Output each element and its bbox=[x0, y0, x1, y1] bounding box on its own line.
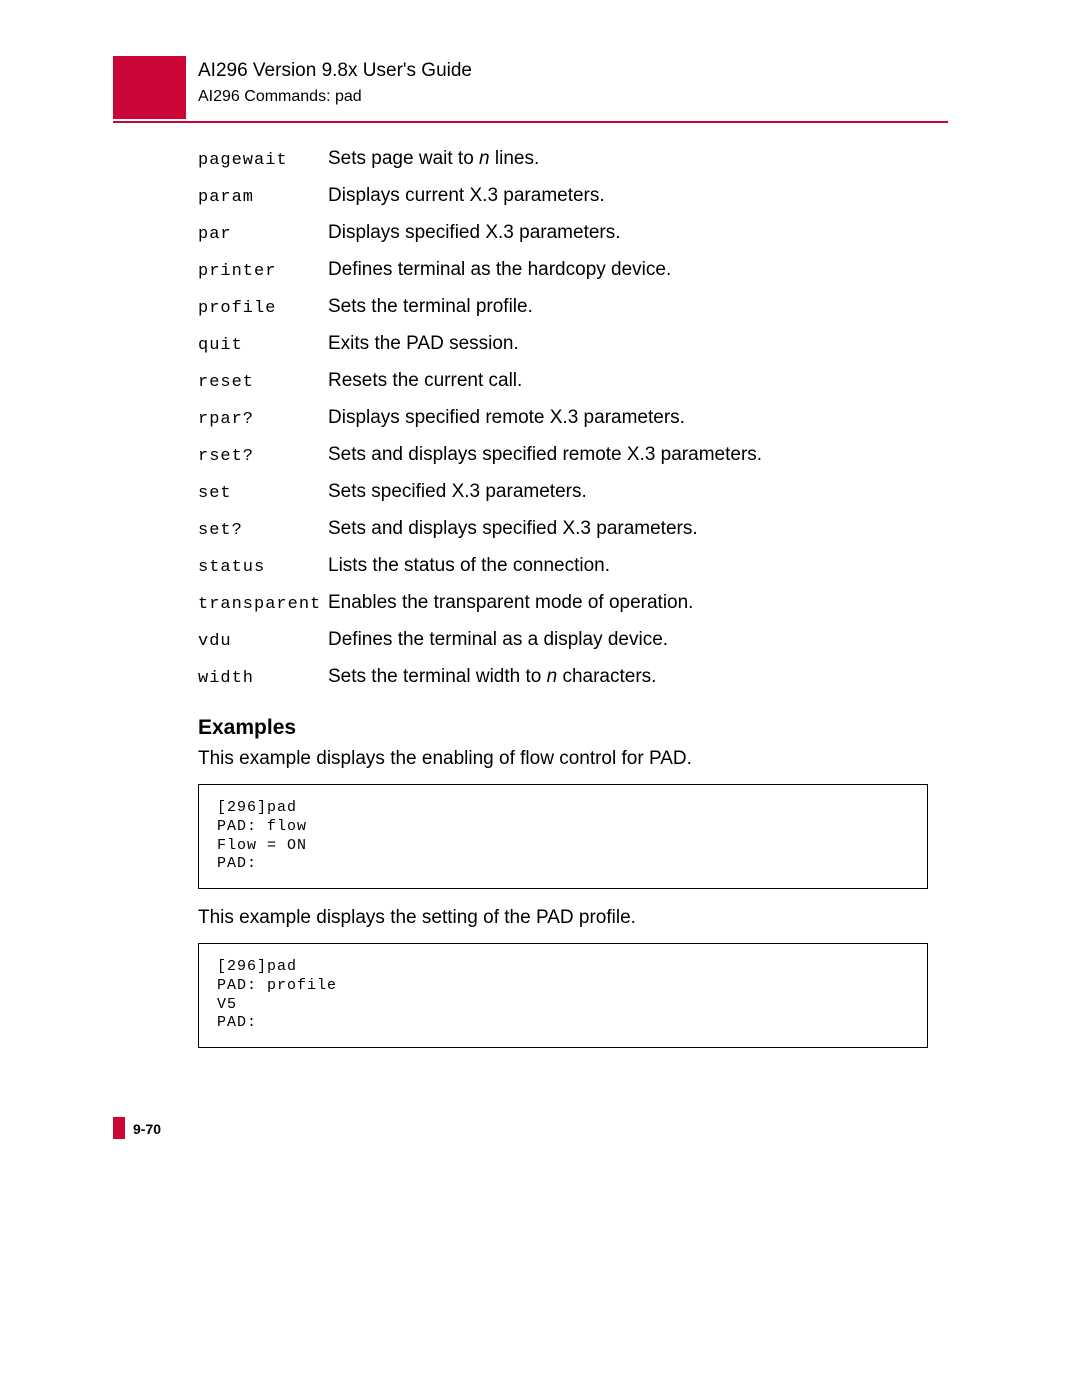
command-desc-pre: Sets specified X.3 parameters. bbox=[328, 481, 587, 502]
command-row: printerDefines terminal as the hardcopy … bbox=[198, 259, 948, 281]
header-block: AI296 Version 9.8x User's Guide AI296 Co… bbox=[198, 60, 472, 106]
command-desc-pre: Displays current X.3 parameters. bbox=[328, 185, 605, 206]
command-name: pagewait bbox=[198, 151, 328, 170]
command-description: Sets and displays specified remote X.3 p… bbox=[328, 444, 762, 466]
command-desc-pre: Lists the status of the connection. bbox=[328, 555, 610, 576]
command-description: Lists the status of the connection. bbox=[328, 555, 610, 577]
command-row: rpar?Displays specified remote X.3 param… bbox=[198, 407, 948, 429]
example1-code-box: [296]pad PAD: flow Flow = ON PAD: bbox=[198, 784, 928, 889]
command-desc-pre: Defines the terminal as a display device… bbox=[328, 629, 668, 650]
brand-square bbox=[113, 56, 186, 119]
command-description: Sets specified X.3 parameters. bbox=[328, 481, 587, 503]
command-name: vdu bbox=[198, 632, 328, 651]
footer-mark bbox=[113, 1117, 125, 1139]
command-description: Defines the terminal as a display device… bbox=[328, 629, 668, 651]
command-desc-pre: Resets the current call. bbox=[328, 370, 522, 391]
command-row: pagewaitSets page wait to n lines. bbox=[198, 148, 948, 170]
command-name: width bbox=[198, 669, 328, 688]
command-name: reset bbox=[198, 373, 328, 392]
command-row: setSets specified X.3 parameters. bbox=[198, 481, 948, 503]
command-row: set?Sets and displays specified X.3 para… bbox=[198, 518, 948, 540]
command-name: printer bbox=[198, 262, 328, 281]
command-row: vduDefines the terminal as a display dev… bbox=[198, 629, 948, 651]
command-row: resetResets the current call. bbox=[198, 370, 948, 392]
command-name: param bbox=[198, 188, 328, 207]
command-desc-pre: Sets and displays specified X.3 paramete… bbox=[328, 518, 698, 539]
command-name: profile bbox=[198, 299, 328, 318]
command-name: transparent bbox=[198, 595, 328, 614]
command-name: set? bbox=[198, 521, 328, 540]
command-description: Sets the terminal width to n characters. bbox=[328, 666, 656, 688]
main-content: pagewaitSets page wait to n lines.paramD… bbox=[198, 148, 948, 1066]
command-description: Sets and displays specified X.3 paramete… bbox=[328, 518, 698, 540]
command-desc-post: lines. bbox=[490, 148, 540, 169]
command-desc-pre: Sets page wait to bbox=[328, 148, 479, 169]
command-name: set bbox=[198, 484, 328, 503]
command-description: Sets page wait to n lines. bbox=[328, 148, 539, 170]
header-title: AI296 Version 9.8x User's Guide bbox=[198, 60, 472, 82]
command-description: Sets the terminal profile. bbox=[328, 296, 533, 318]
command-row: widthSets the terminal width to n charac… bbox=[198, 666, 948, 688]
command-desc-ital: n bbox=[479, 148, 490, 169]
command-desc-pre: Sets the terminal width to bbox=[328, 666, 547, 687]
command-desc-ital: n bbox=[547, 666, 558, 687]
command-description: Displays specified X.3 parameters. bbox=[328, 222, 621, 244]
command-description: Exits the PAD session. bbox=[328, 333, 519, 355]
command-desc-pre: Exits the PAD session. bbox=[328, 333, 519, 354]
command-description: Displays current X.3 parameters. bbox=[328, 185, 605, 207]
example2-code: [296]pad PAD: profile V5 PAD: bbox=[217, 958, 909, 1033]
page-number: 9-70 bbox=[133, 1121, 161, 1137]
command-desc-pre: Displays specified X.3 parameters. bbox=[328, 222, 621, 243]
command-row: parDisplays specified X.3 parameters. bbox=[198, 222, 948, 244]
command-description: Defines terminal as the hardcopy device. bbox=[328, 259, 671, 281]
example1-intro: This example displays the enabling of fl… bbox=[198, 748, 948, 770]
command-description: Displays specified remote X.3 parameters… bbox=[328, 407, 685, 429]
command-row: statusLists the status of the connection… bbox=[198, 555, 948, 577]
command-row: rset?Sets and displays specified remote … bbox=[198, 444, 948, 466]
command-desc-pre: Sets and displays specified remote X.3 p… bbox=[328, 444, 762, 465]
command-name: par bbox=[198, 225, 328, 244]
header-rule bbox=[113, 121, 948, 123]
command-name: rset? bbox=[198, 447, 328, 466]
command-desc-pre: Sets the terminal profile. bbox=[328, 296, 533, 317]
command-desc-pre: Enables the transparent mode of operatio… bbox=[328, 592, 693, 613]
command-name: rpar? bbox=[198, 410, 328, 429]
command-name: status bbox=[198, 558, 328, 577]
command-name: quit bbox=[198, 336, 328, 355]
command-table: pagewaitSets page wait to n lines.paramD… bbox=[198, 148, 948, 688]
command-description: Resets the current call. bbox=[328, 370, 522, 392]
command-desc-pre: Defines terminal as the hardcopy device. bbox=[328, 259, 671, 280]
command-row: transparentEnables the transparent mode … bbox=[198, 592, 948, 614]
example2-intro: This example displays the setting of the… bbox=[198, 907, 948, 929]
examples-heading: Examples bbox=[198, 716, 948, 740]
header-subtitle: AI296 Commands: pad bbox=[198, 88, 472, 106]
command-row: quitExits the PAD session. bbox=[198, 333, 948, 355]
command-row: paramDisplays current X.3 parameters. bbox=[198, 185, 948, 207]
command-desc-post: characters. bbox=[557, 666, 656, 687]
command-row: profileSets the terminal profile. bbox=[198, 296, 948, 318]
example1-code: [296]pad PAD: flow Flow = ON PAD: bbox=[217, 799, 909, 874]
example2-code-box: [296]pad PAD: profile V5 PAD: bbox=[198, 943, 928, 1048]
command-description: Enables the transparent mode of operatio… bbox=[328, 592, 693, 614]
page: AI296 Version 9.8x User's Guide AI296 Co… bbox=[0, 0, 1080, 1397]
command-desc-pre: Displays specified remote X.3 parameters… bbox=[328, 407, 685, 428]
